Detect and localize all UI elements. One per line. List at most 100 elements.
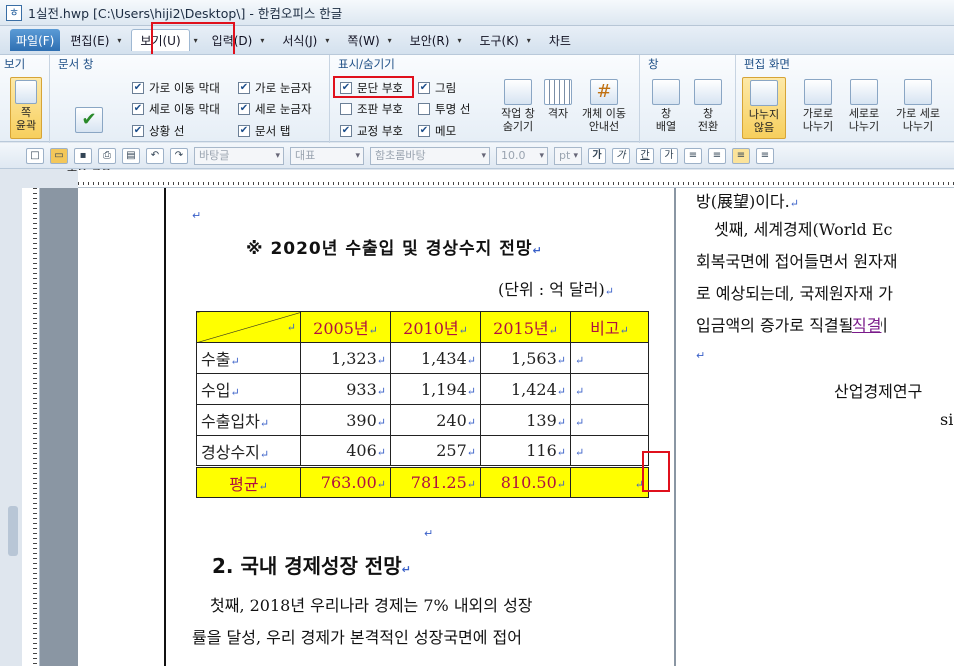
save-icon[interactable]: ▪ (74, 147, 92, 164)
check-layout-marks[interactable]: 조판 부호 (340, 101, 403, 117)
align-left-icon[interactable]: ≡ (708, 147, 726, 164)
switch-window-button[interactable]: 창 전환 (688, 79, 728, 133)
fit-page-button[interactable]: 쪽 윤곽 (10, 77, 42, 139)
table-cell[interactable]: 139↵ (480, 404, 571, 436)
table-cell[interactable]: ↵ (570, 373, 649, 405)
check-transparent-lines[interactable]: 투명 선 (418, 101, 470, 117)
table-cell[interactable]: ↵ (570, 435, 649, 467)
align-right-icon[interactable]: ≡ (756, 147, 774, 164)
preview-icon[interactable]: ▤ (122, 147, 140, 164)
task-pane-toggle[interactable] (8, 506, 18, 556)
italic-icon[interactable]: 가 (612, 147, 630, 164)
table-cell[interactable]: 781.25↵ (390, 465, 481, 498)
undo-icon[interactable]: ↶ (146, 147, 164, 164)
table-cell[interactable]: ↵ (570, 465, 649, 498)
table-cell[interactable]: 1,194↵ (390, 373, 481, 405)
paragraph-mark: ↵ (424, 527, 434, 540)
table-cell[interactable]: 116↵ (480, 435, 571, 467)
table-cell[interactable]: 경상수지↵ (196, 435, 301, 467)
new-document-icon[interactable]: □ (26, 147, 44, 164)
table-cell[interactable]: 763.00↵ (300, 465, 391, 498)
document-page-left[interactable]: ↵ ※ 2020년 수출입 및 경상수지 전망↵ (단위 : 억 달러)↵ ↵ … (78, 188, 674, 666)
vertical-ruler[interactable] (22, 188, 40, 666)
group-show-hide: 표시/숨기기 ✔ 문단 부호 조판 부호 ✔ 교정 부호 ✔ 그림 투명 선 ✔ 메모 … (330, 55, 640, 143)
arrange-windows-button[interactable]: 창 배열 (646, 79, 686, 133)
table-cell[interactable]: 1,563↵ (480, 342, 571, 374)
menu-format[interactable]: 서식(J) ▾ (274, 29, 337, 51)
no-split-button[interactable]: 나누지 않음 (742, 77, 786, 139)
unit-select[interactable]: pt (554, 146, 582, 165)
object-guide-button[interactable]: # 개체 이동 안내선 (576, 79, 632, 133)
group-view: 보기 쪽 윤곽 (0, 55, 50, 143)
table-header-cell[interactable]: 비고↵ (570, 311, 649, 343)
table-cell[interactable]: 810.50↵ (480, 465, 571, 498)
checkbox-icon: ✔ (238, 82, 250, 94)
table-cell[interactable]: ↵ (570, 342, 649, 374)
redo-icon[interactable]: ↷ (170, 147, 188, 164)
check-pictures[interactable]: ✔ 그림 (418, 80, 456, 96)
font-type-select[interactable]: 대표 (290, 146, 364, 165)
menu-chart[interactable]: 차트 (541, 29, 579, 51)
bold-icon[interactable]: 가 (588, 147, 606, 164)
table-cell[interactable]: 1,323↵ (300, 342, 391, 374)
font-size-input[interactable]: 10.0 (496, 146, 548, 165)
check-doc-tabs[interactable]: ✔ 문서 탭 (238, 123, 290, 139)
checkbox-icon: ✔ (132, 125, 144, 137)
table-cell[interactable]: 수입↵ (196, 373, 301, 405)
menu-file[interactable]: 파일(F) (10, 29, 61, 51)
checkbox-icon (340, 103, 352, 115)
table-cell[interactable]: 933↵ (300, 373, 391, 405)
source-line: 산업경제연구 (834, 382, 923, 401)
table-header-cell[interactable]: 2015년↵ (480, 311, 571, 343)
text-color-icon[interactable]: 가 (660, 147, 678, 164)
open-folder-icon[interactable]: ▭ (50, 147, 68, 164)
checkbox-icon (418, 103, 430, 115)
menu-security[interactable]: 보안(R) ▾ (402, 29, 470, 51)
paragraph-mark: ↵ (696, 349, 706, 362)
menu-edit[interactable]: 편집(E) ▾ (62, 29, 129, 51)
split-horizontal-button[interactable]: 가로로 나누기 (796, 79, 840, 133)
split-both-button[interactable]: 가로 세로 나누기 (888, 79, 948, 133)
table-cell[interactable]: 1,434↵ (390, 342, 481, 374)
hide-task-pane-button[interactable]: 작업 창 숨기기 (496, 79, 540, 133)
grid-button[interactable]: 격자 (542, 79, 574, 120)
group-label: 문서 창 (58, 57, 94, 71)
check-status-bar[interactable]: ✔ 상황 선 (132, 123, 184, 139)
table-cell[interactable]: 257↵ (390, 435, 481, 467)
task-pane-icon (504, 79, 532, 105)
page-outline-icon (15, 80, 37, 104)
highlight-end-of-row (642, 451, 670, 492)
check-horizontal-ruler[interactable]: ✔ 가로 눈금자 (238, 80, 312, 96)
menu-tools[interactable]: 도구(K) ▾ (471, 29, 538, 51)
trade-table[interactable]: ↵ 2005년↵ 2010년↵ 2015년↵ 비고↵ 수출↵ 1,323↵ 1,… (196, 311, 649, 498)
menu-page[interactable]: 쪽(W) ▾ (339, 29, 399, 51)
check-memo[interactable]: ✔ 메모 (418, 123, 456, 139)
table-header-cell[interactable]: 2005년↵ (300, 311, 391, 343)
table-cell[interactable]: 390↵ (300, 404, 391, 436)
check-horizontal-scrollbar[interactable]: ✔ 가로 이동 막대 (132, 80, 220, 96)
checkmark-icon: ✔ (75, 107, 103, 133)
check-vertical-ruler[interactable]: ✔ 세로 눈금자 (238, 101, 312, 117)
table-cell[interactable]: 수출↵ (196, 342, 301, 374)
check-proof-marks[interactable]: ✔ 교정 부호 (340, 123, 403, 139)
table-cell[interactable]: ↵ (570, 404, 649, 436)
table-corner-cell[interactable]: ↵ (196, 311, 301, 343)
font-select[interactable]: 함초롬바탕 (370, 146, 490, 165)
table-header-cell[interactable]: 2010년↵ (390, 311, 481, 343)
style-select[interactable]: 바탕글 (194, 146, 284, 165)
document-page-right[interactable]: 방(展望)이다.↵ 셋째, 세계경제(World Ec 회복국면에 접어들면서 … (676, 188, 954, 666)
align-center-icon[interactable]: ≡ (732, 147, 750, 164)
table-cell[interactable]: 수출입차↵ (196, 404, 301, 436)
table-cell[interactable]: 240↵ (390, 404, 481, 436)
horizontal-ruler[interactable] (78, 170, 954, 188)
table-cell[interactable]: 평균↵ (196, 465, 301, 498)
check-vertical-scrollbar[interactable]: ✔ 세로 이동 막대 (132, 101, 220, 117)
align-justify-icon[interactable]: ≡ (684, 147, 702, 164)
split-vertical-button[interactable]: 세로로 나누기 (842, 79, 886, 133)
table-cell[interactable]: 1,424↵ (480, 373, 571, 405)
underline-icon[interactable]: 간 (636, 147, 654, 164)
linked-word[interactable]: 직결 (852, 312, 882, 336)
group-label: 편집 화면 (744, 57, 790, 71)
print-icon[interactable]: ⎙ (98, 147, 116, 164)
table-cell[interactable]: 406↵ (300, 435, 391, 467)
